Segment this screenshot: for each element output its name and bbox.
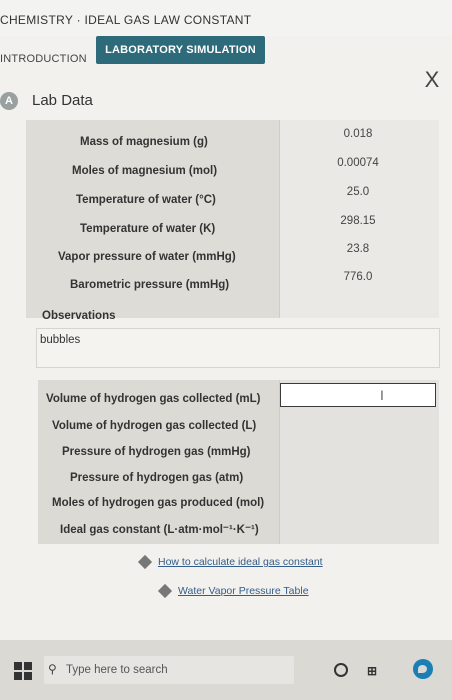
taskbar-search-input[interactable]: Type here to search [66, 664, 168, 676]
table-row: Barometric pressure (mmHg) 776.0 [26, 271, 438, 306]
row-value: 298.15 [340, 215, 376, 227]
ideal-gas-constant-link[interactable]: How to calculate ideal gas constant [158, 556, 323, 568]
row-label: Volume of hydrogen gas collected (L) [52, 420, 257, 432]
section-title: Lab Data [32, 92, 93, 109]
row-value: 776.0 [343, 271, 373, 283]
vapor-pressure-table-link[interactable]: Water Vapor Pressure Table [178, 585, 309, 597]
table-row: Volume of hydrogen gas collected (L) [38, 420, 450, 447]
app-window: CHEMISTRY · IDEAL GAS LAW CONSTANT INTRO… [0, 0, 452, 640]
row-label: Pressure of hydrogen gas (atm) [70, 472, 244, 484]
cortana-icon[interactable] [334, 663, 348, 677]
row-value: 23.8 [346, 243, 370, 255]
link-diamond-icon [137, 554, 153, 570]
observations-text: bubbles [40, 334, 81, 346]
tab-bar: INTRODUCTION LABORATORY SIMULATION [0, 36, 452, 78]
table-row: Pressure of hydrogen gas (atm) [38, 472, 450, 499]
app-title: CHEMISTRY · IDEAL GAS LAW CONSTANT [0, 13, 252, 27]
row-label: Pressure of hydrogen gas (mmHg) [62, 446, 251, 458]
section-badge: A [0, 92, 18, 110]
row-label: Ideal gas constant (L·atm·mol⁻¹·K⁻¹) [60, 524, 259, 536]
volume-ml-input[interactable] [280, 383, 436, 407]
close-icon[interactable]: X [422, 69, 442, 91]
row-label: Barometric pressure (mmHg) [70, 279, 230, 291]
task-view-icon[interactable]: ⊞ [367, 664, 377, 678]
row-label: Mass of magnesium (g) [80, 136, 208, 148]
link-diamond-icon [157, 583, 173, 599]
observations-label: Observations [42, 310, 116, 322]
windows-start-icon[interactable] [14, 662, 32, 680]
row-label: Vapor pressure of water (mmHg) [58, 251, 236, 263]
row-label: Moles of magnesium (mol) [72, 165, 218, 177]
row-value: 0.00074 [337, 157, 379, 169]
row-value: 25.0 [346, 186, 370, 198]
row-label: Temperature of water (°C) [76, 194, 216, 206]
table-row: Ideal gas constant (L·atm·mol⁻¹·K⁻¹) [38, 522, 450, 549]
tab-introduction[interactable]: INTRODUCTION [0, 53, 87, 65]
edge-browser-icon[interactable] [413, 659, 433, 679]
row-value: 0.018 [343, 128, 373, 140]
text-cursor-icon: I [380, 387, 384, 403]
row-label: Volume of hydrogen gas collected (mL) [46, 393, 261, 405]
table-row: Pressure of hydrogen gas (mmHg) [38, 446, 450, 473]
observations-field[interactable] [36, 328, 440, 368]
row-label: Moles of hydrogen gas produced (mol) [52, 497, 265, 509]
table-row: Moles of hydrogen gas produced (mol) [38, 497, 450, 524]
header: CHEMISTRY · IDEAL GAS LAW CONSTANT [0, 0, 452, 36]
row-label: Temperature of water (K) [80, 223, 216, 235]
search-icon: ⚲ [48, 662, 57, 676]
lab-data-header: A Lab Data [0, 88, 452, 112]
tab-laboratory-simulation[interactable]: LABORATORY SIMULATION [96, 36, 265, 64]
